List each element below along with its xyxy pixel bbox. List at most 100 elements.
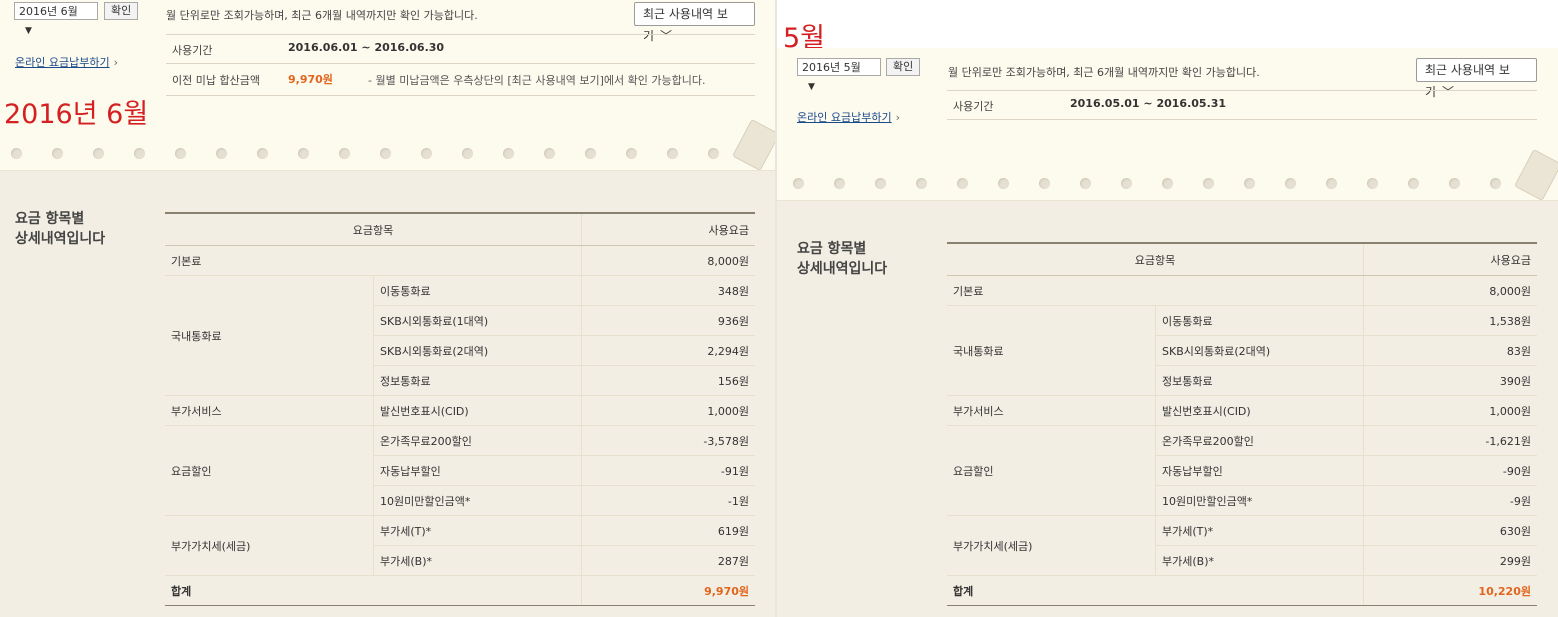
june-notice: 월 단위로만 조회가능하며, 최근 6개월 내역까지만 확인 가능합니다. [166,9,478,22]
june-period-value: 2016.06.01 ~ 2016.06.30 [288,41,445,54]
column-header-item: 요금항목 [947,242,1364,276]
fee-amount: -90원 [1363,455,1537,486]
fee-amount: -1원 [581,485,755,516]
june-confirm-button[interactable]: 확인 [104,2,139,20]
fee-amount: 1,538원 [1363,305,1537,336]
fee-group-label: 기본료 [165,245,582,276]
fee-amount: 630원 [1363,515,1537,546]
fee-item-label: 부가세(B)* [1155,545,1364,576]
june-year-select[interactable]: 2016년 6월 ▼ [14,2,98,36]
fee-group-label: 국내통화료 [947,305,1156,396]
fee-amount: 8,000원 [581,245,755,276]
fee-amount: 348원 [581,275,755,306]
june-period-row: 사용기간 2016.06.01 ~ 2016.06.30 [166,34,755,64]
fee-amount: 287원 [581,545,755,576]
may-binder-holes [777,170,1558,200]
fee-row: 부가가치세(세금) 부가세(T)* 630원 [947,515,1537,576]
fee-row: 요금할인 온가족무료200할인 -1,621원 [947,425,1537,516]
fee-row: 요금할인 온가족무료200할인 -3,578원 [165,425,755,516]
fee-item-label: 10원미만할인금액* [373,485,582,516]
fee-row: 부가서비스 발신번호표시(CID) 1,000원 [165,395,755,426]
fee-group-label: 부가가치세(세금) [165,515,374,576]
fee-item-label: 이동통화료 [373,275,582,306]
column-header-item: 요금항목 [165,212,582,246]
fee-item-label: SKB시외통화료(1대역) [373,305,582,336]
june-query-area: 2016년 6월 ▼ 확인 월 단위로만 조회가능하며, 최근 6개월 내역까지… [0,0,775,172]
june-detail-heading: 요금 항목별 상세내역입니다 [15,211,106,247]
fee-amount: 1,000원 [581,395,755,426]
dropdown-arrow-icon: ▼ [25,26,32,36]
may-detail-area: 요금 항목별 상세내역입니다 요금항목 사용요금 기본료 8,000원 국내통화료 이… [777,200,1558,617]
fee-amount: 936원 [581,305,755,336]
may-year-select[interactable]: 2016년 5월 ▼ [797,58,881,92]
fee-row: 국내통화료 이동통화료 1,538원 [947,305,1537,396]
chevron-right-icon: › [113,56,118,69]
june-unpaid-note: - 월별 미납금액은 우측상단의 [최근 사용내역 보기]에서 확인 가능합니다… [368,74,706,87]
fee-group-label: 부가가치세(세금) [947,515,1156,576]
fee-amount: 299원 [1363,545,1537,576]
june-fee-table: 요금항목 사용요금 기본료 8,000원 국내통화료 이동통화료 348원 SKB시외통화… [165,212,755,606]
may-notice: 월 단위로만 조회가능하며, 최근 6개월 내역까지만 확인 가능합니다. [948,66,1260,79]
fee-item-label: 10원미만할인금액* [1155,485,1364,516]
june-binder-holes [0,140,775,170]
total-label: 합계 [165,575,582,606]
fee-row: 부가가치세(세금) 부가세(T)* 619원 [165,515,755,576]
may-fee-table: 요금항목 사용요금 기본료 8,000원 국내통화료 이동통화료 1,538원 SKB시외… [947,242,1537,606]
fee-item-label: 정보통화료 [1155,365,1364,396]
fee-amount: 1,000원 [1363,395,1537,426]
june-bill-panel: 2016년 6월 ▼ 확인 월 단위로만 조회가능하며, 최근 6개월 내역까지… [0,0,775,617]
fee-row: 기본료 8,000원 [947,275,1537,306]
fee-row: 국내통화료 이동통화료 348원 [165,275,755,396]
dropdown-arrow-icon: ▼ [808,82,815,92]
may-pay-link[interactable]: 온라인 요금납부하기 › [797,109,900,125]
may-history-button[interactable]: 최근 사용내역 보기 ﹀ [1416,58,1537,99]
june-unpaid-amount: 9,970원 [288,73,333,86]
fee-item-label: 발신번호표시(CID) [373,395,582,426]
column-header-fee: 사용요금 [581,212,755,246]
fee-item-label: 부가세(T)* [373,515,582,546]
chevron-right-icon: › [895,111,900,124]
fee-amount: 2,294원 [581,335,755,366]
fee-amount: -1,621원 [1363,425,1537,456]
may-period-row: 사용기간 2016.05.01 ~ 2016.05.31 [947,90,1537,120]
total-label: 합계 [947,575,1364,606]
fee-amount: 619원 [581,515,755,546]
june-history-button[interactable]: 최근 사용내역 보기 ﹀ [634,2,755,43]
total-row: 합계 9,970원 [165,575,755,606]
may-query-area: 2016년 5월 ▼ 확인 월 단위로만 조회가능하며, 최근 6개월 내역까지… [777,48,1558,202]
fee-amount: 8,000원 [1363,275,1537,306]
fee-group-label: 부가서비스 [165,395,374,426]
column-header-fee: 사용요금 [1363,242,1537,276]
may-confirm-button[interactable]: 확인 [886,58,921,76]
june-detail-area: 요금 항목별 상세내역입니다 요금항목 사용요금 기본료 8,000원 국내통화료 이… [0,170,775,617]
fee-item-label: 온가족무료200할인 [1155,425,1364,456]
fee-amount: 156원 [581,365,755,396]
fee-group-label: 기본료 [947,275,1364,306]
june-unpaid-row: 이전 미납 합산금액 9,970원 - 월별 미납금액은 우측상단의 [최근 사… [166,63,755,96]
june-annotation: 2016년 6월 [4,99,149,130]
fee-amount: -3,578원 [581,425,755,456]
fee-item-label: 부가세(T)* [1155,515,1364,546]
fee-item-label: SKB시외통화료(2대역) [1155,335,1364,366]
fee-item-label: 부가세(B)* [373,545,582,576]
fee-group-label: 국내통화료 [165,275,374,396]
fee-amount: 390원 [1363,365,1537,396]
fee-group-label: 요금할인 [947,425,1156,516]
total-row: 합계 10,220원 [947,575,1537,606]
fee-item-label: SKB시외통화료(2대역) [373,335,582,366]
fee-item-label: 정보통화료 [373,365,582,396]
fee-group-label: 부가서비스 [947,395,1156,426]
fee-row: 기본료 8,000원 [165,245,755,276]
fee-amount: -9원 [1363,485,1537,516]
fee-amount: 83원 [1363,335,1537,366]
fee-item-label: 발신번호표시(CID) [1155,395,1364,426]
june-pay-link[interactable]: 온라인 요금납부하기 › [15,54,118,70]
fee-item-label: 자동납부할인 [1155,455,1364,486]
fee-amount: -91원 [581,455,755,486]
total-amount: 10,220원 [1363,575,1537,606]
may-bill-panel: 2016년 5월 ▼ 확인 월 단위로만 조회가능하며, 최근 6개월 내역까지… [777,48,1558,617]
may-period-value: 2016.05.01 ~ 2016.05.31 [1070,97,1227,110]
fee-group-label: 요금할인 [165,425,374,516]
fee-row: 부가서비스 발신번호표시(CID) 1,000원 [947,395,1537,426]
fee-item-label: 이동통화료 [1155,305,1364,336]
